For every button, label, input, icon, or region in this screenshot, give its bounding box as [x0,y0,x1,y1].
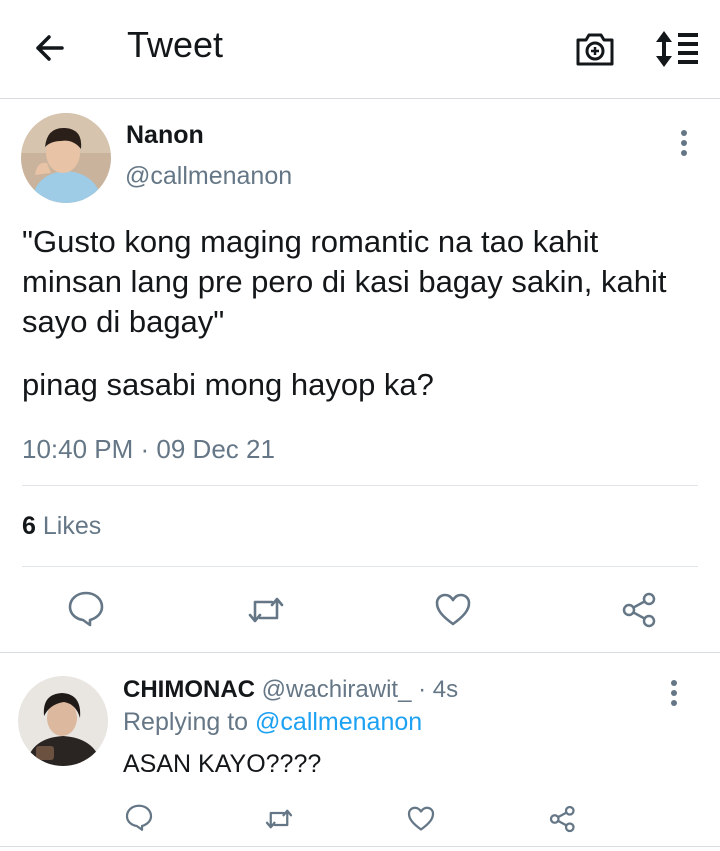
divider [22,566,698,567]
divider [0,652,720,653]
reply-button[interactable] [66,588,106,628]
back-button[interactable] [30,28,70,68]
replying-to-label: Replying to [123,708,249,736]
reply-reply-button[interactable] [124,802,154,832]
sort-button[interactable] [652,28,700,70]
share-icon [549,805,575,833]
avatar[interactable] [21,113,111,203]
retweet-icon [248,597,284,623]
tweet-timestamp[interactable]: 10:40 PM · 09 Dec 21 [22,434,275,465]
reply-like-button[interactable] [406,804,436,834]
arrow-left-icon [36,35,64,61]
divider [22,485,698,486]
tweet-text: "Gusto kong maging romantic na tao kahit… [22,222,702,405]
more-vertical-icon [671,680,677,706]
share-icon [622,592,656,628]
retweet-icon [265,809,293,829]
sort-icon [656,31,698,67]
likes-label: Likes [42,512,102,540]
tweet-text-paragraph: pinag sasabi mong hayop ka? [22,367,434,402]
more-options-button[interactable] [674,126,694,160]
page-title: Tweet [127,24,224,65]
more-vertical-icon [681,130,687,156]
camera-icon [576,33,614,66]
reply-text: ASAN KAYO???? [123,750,322,778]
reply-icon [125,804,153,831]
reply-more-options-button[interactable] [664,676,684,710]
reply-avatar[interactable] [18,676,108,766]
reply-author-handle[interactable]: @wachirawit_ [262,676,412,703]
camera-button[interactable] [574,28,616,70]
replying-to-handle[interactable]: @callmenanon [255,708,422,736]
likes-stat[interactable]: 6 Likes [22,512,101,541]
heart-icon [407,806,435,831]
tweet-text-paragraph: "Gusto kong maging romantic na tao kahit… [22,224,667,339]
reply-time: · 4s [418,676,459,703]
reply-icon [68,591,104,627]
like-button[interactable] [433,590,473,630]
divider [0,846,720,847]
share-button[interactable] [620,590,660,630]
replying-to: Replying to @callmenanon [123,708,422,737]
retweet-button[interactable] [246,590,286,630]
likes-count: 6 [22,512,36,540]
tweet-author-handle[interactable]: @callmenanon [125,162,292,191]
app-header: Tweet [0,0,720,99]
heart-icon [435,593,471,626]
tweet-author-name[interactable]: Nanon [126,121,204,150]
reply-author-name[interactable]: CHIMONAC [123,676,255,703]
reply-share-button[interactable] [548,804,578,834]
reply-retweet-button[interactable] [264,804,294,834]
reply-header: CHIMONAC @wachirawit_ · 4s [123,676,458,704]
